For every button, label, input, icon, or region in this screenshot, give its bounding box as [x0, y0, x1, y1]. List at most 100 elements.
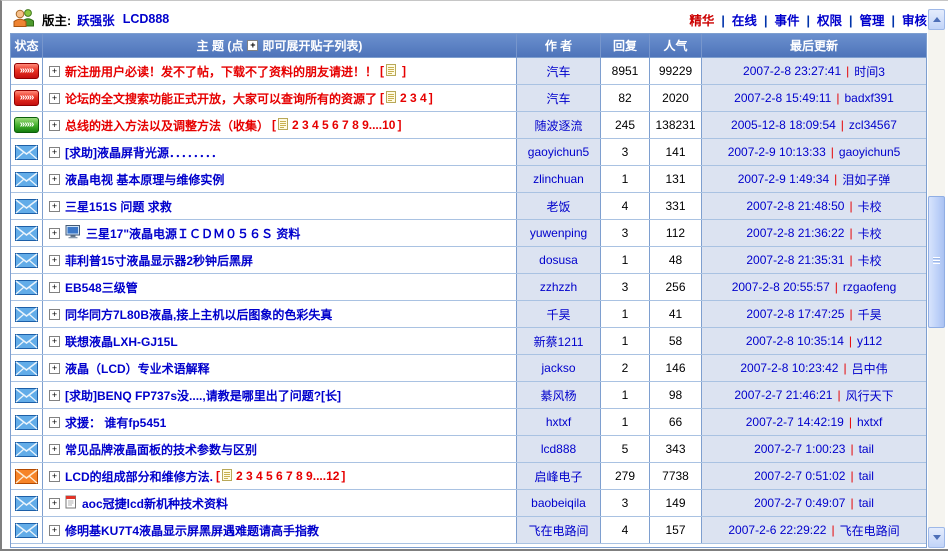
- expand-toggle-icon[interactable]: +: [49, 201, 60, 212]
- last-poster-link[interactable]: 千昊: [858, 306, 882, 323]
- page-number-links[interactable]: 2 3 4 5 6 7 8 9....10: [292, 118, 395, 132]
- last-poster-link[interactable]: 泪如子弹: [842, 171, 890, 188]
- expand-toggle-icon[interactable]: +: [49, 471, 60, 482]
- vertical-scrollbar[interactable]: [928, 9, 945, 548]
- admin-link-6[interactable]: 审核: [902, 14, 927, 28]
- last-post-time-link[interactable]: 2007-2-8 20:55:57: [732, 280, 830, 294]
- expand-toggle-icon[interactable]: +: [49, 525, 60, 536]
- author-link[interactable]: zzhzzh: [540, 280, 577, 294]
- expand-toggle-icon[interactable]: +: [49, 93, 60, 104]
- expand-toggle-icon[interactable]: +: [49, 174, 60, 185]
- last-post-time-link[interactable]: 2007-2-8 23:27:41: [743, 64, 841, 78]
- last-post-time-link[interactable]: 2007-2-8 17:47:25: [746, 307, 844, 321]
- last-post-time-link[interactable]: 2007-2-9 1:49:34: [738, 172, 829, 186]
- topic-title-link[interactable]: 三星17"液晶电源ＩＣＤＭ０５６Ｓ 资料: [86, 225, 300, 242]
- last-post-time-link[interactable]: 2007-2-8 10:35:14: [746, 334, 844, 348]
- last-poster-link[interactable]: hxtxf: [857, 415, 882, 429]
- last-poster-link[interactable]: 飞在电路间: [840, 522, 900, 539]
- author-link[interactable]: jackso: [541, 361, 575, 375]
- topic-title-link[interactable]: EB548三级管: [65, 279, 138, 296]
- admin-link-3[interactable]: 事件: [774, 14, 799, 28]
- last-post-time-link[interactable]: 2007-2-7 21:46:21: [734, 388, 832, 402]
- expand-toggle-icon[interactable]: +: [49, 309, 60, 320]
- expand-toggle-icon[interactable]: +: [49, 282, 60, 293]
- admin-link-2[interactable]: 在线: [732, 14, 757, 28]
- moderator-link-1[interactable]: 跃强张: [77, 10, 115, 29]
- expand-toggle-icon[interactable]: +: [49, 66, 60, 77]
- author-link[interactable]: 启峰电子: [534, 468, 582, 485]
- last-poster-link[interactable]: 时间3: [854, 63, 885, 80]
- last-post-time-link[interactable]: 2007-2-7 14:42:19: [746, 415, 844, 429]
- last-post-time-link[interactable]: 2007-2-7 1:00:23: [754, 442, 845, 456]
- last-poster-link[interactable]: 卡校: [858, 198, 882, 215]
- last-post-time-link[interactable]: 2007-2-8 21:48:50: [746, 199, 844, 213]
- topic-title-link[interactable]: [求助]BENQ FP737s没....,请教是哪里出了问题?[长]: [65, 387, 341, 404]
- topic-title-link[interactable]: 菲利普15寸液晶显示器2秒钟后黑屏: [65, 252, 253, 269]
- author-link[interactable]: 随波逐流: [534, 117, 582, 134]
- admin-link-1[interactable]: 精华: [689, 14, 714, 28]
- last-poster-link[interactable]: tail: [859, 442, 874, 456]
- author-link[interactable]: zlinchuan: [533, 172, 584, 186]
- topic-title-link[interactable]: 液晶（LCD）专业术语解释: [65, 360, 210, 377]
- author-link[interactable]: lcd888: [541, 442, 576, 456]
- last-poster-link[interactable]: badxf391: [844, 91, 893, 105]
- author-link[interactable]: yuwenping: [530, 226, 587, 240]
- topic-title-link[interactable]: [求助]液晶屏背光源．．．．．．．．: [65, 144, 223, 161]
- author-link[interactable]: 飞在电路间: [528, 522, 588, 539]
- last-post-time-link[interactable]: 2007-2-8 10:23:42: [740, 361, 838, 375]
- expand-toggle-icon[interactable]: +: [49, 363, 60, 374]
- topic-title-link[interactable]: 总线的进入方法以及调整方法（收集）: [65, 117, 269, 134]
- last-poster-link[interactable]: zcl34567: [849, 118, 897, 132]
- expand-toggle-icon[interactable]: +: [49, 390, 60, 401]
- expand-toggle-icon[interactable]: +: [49, 336, 60, 347]
- multipage-links[interactable]: [ ]: [380, 64, 406, 79]
- multipage-links[interactable]: [ 2 3 4 ]: [380, 91, 433, 106]
- page-number-links[interactable]: 2 3 4 5 6 7 8 9....12: [236, 469, 339, 483]
- author-link[interactable]: 汽车: [546, 63, 570, 80]
- topic-title-link[interactable]: 新注册用户必读！发不了帖，下载不了资料的朋友请进！！: [65, 63, 377, 80]
- author-link[interactable]: baobeiqila: [531, 496, 586, 510]
- scroll-down-button[interactable]: [928, 527, 945, 548]
- last-post-time-link[interactable]: 2005-12-8 18:09:54: [731, 118, 836, 132]
- admin-link-5[interactable]: 管理: [859, 14, 884, 28]
- last-post-time-link[interactable]: 2007-2-8 21:35:31: [746, 253, 844, 267]
- author-link[interactable]: 汽车: [546, 90, 570, 107]
- scroll-up-button[interactable]: [928, 9, 945, 30]
- last-poster-link[interactable]: tail: [859, 496, 874, 510]
- last-poster-link[interactable]: 卡校: [858, 225, 882, 242]
- author-link[interactable]: gaoyichun5: [528, 145, 589, 159]
- expand-toggle-icon[interactable]: +: [49, 120, 60, 131]
- topic-title-link[interactable]: 论坛的全文搜索功能正式开放，大家可以查询所有的资源了: [65, 90, 377, 107]
- last-poster-link[interactable]: 风行天下: [846, 387, 894, 404]
- expand-toggle-icon[interactable]: +: [49, 444, 60, 455]
- expand-toggle-icon[interactable]: +: [49, 417, 60, 428]
- last-post-time-link[interactable]: 2007-2-7 0:51:02: [754, 469, 845, 483]
- author-link[interactable]: 新蔡1211: [534, 333, 584, 350]
- last-poster-link[interactable]: 卡校: [858, 252, 882, 269]
- author-link[interactable]: hxtxf: [546, 415, 571, 429]
- scrollbar-thumb[interactable]: [928, 196, 945, 328]
- moderator-link-2[interactable]: LCD888: [123, 12, 170, 26]
- last-post-time-link[interactable]: 2007-2-8 21:36:22: [746, 226, 844, 240]
- last-poster-link[interactable]: rzgaofeng: [843, 280, 896, 294]
- author-link[interactable]: 千昊: [546, 306, 570, 323]
- author-link[interactable]: dosusa: [539, 253, 578, 267]
- expand-toggle-icon[interactable]: +: [49, 147, 60, 158]
- last-poster-link[interactable]: y112: [857, 334, 882, 348]
- page-number-links[interactable]: 2 3 4: [400, 91, 427, 105]
- multipage-links[interactable]: [ 2 3 4 5 6 7 8 9....12 ]: [216, 469, 345, 484]
- last-poster-link[interactable]: 吕中伟: [852, 360, 888, 377]
- topic-title-link[interactable]: 液晶电视 基本原理与维修实例: [65, 171, 224, 188]
- multipage-links[interactable]: [ 2 3 4 5 6 7 8 9....10 ]: [272, 118, 401, 133]
- last-poster-link[interactable]: gaoyichun5: [839, 145, 900, 159]
- topic-title-link[interactable]: 同华同方7L80B液晶,接上主机以后图象的色彩失真: [65, 306, 332, 323]
- topic-title-link[interactable]: LCD的组成部分和维修方法.: [65, 468, 213, 485]
- topic-title-link[interactable]: 修明基KU7T4液晶显示屏黑屏遇难题请高手指教: [65, 522, 319, 539]
- expand-toggle-icon[interactable]: +: [49, 498, 60, 509]
- last-poster-link[interactable]: tail: [859, 469, 874, 483]
- expand-toggle-icon[interactable]: +: [49, 255, 60, 266]
- expand-toggle-icon[interactable]: +: [49, 228, 60, 239]
- last-post-time-link[interactable]: 2007-2-8 15:49:11: [734, 91, 831, 105]
- topic-title-link[interactable]: 联想液晶LXH-GJ15L: [65, 333, 178, 350]
- admin-link-4[interactable]: 权限: [817, 14, 842, 28]
